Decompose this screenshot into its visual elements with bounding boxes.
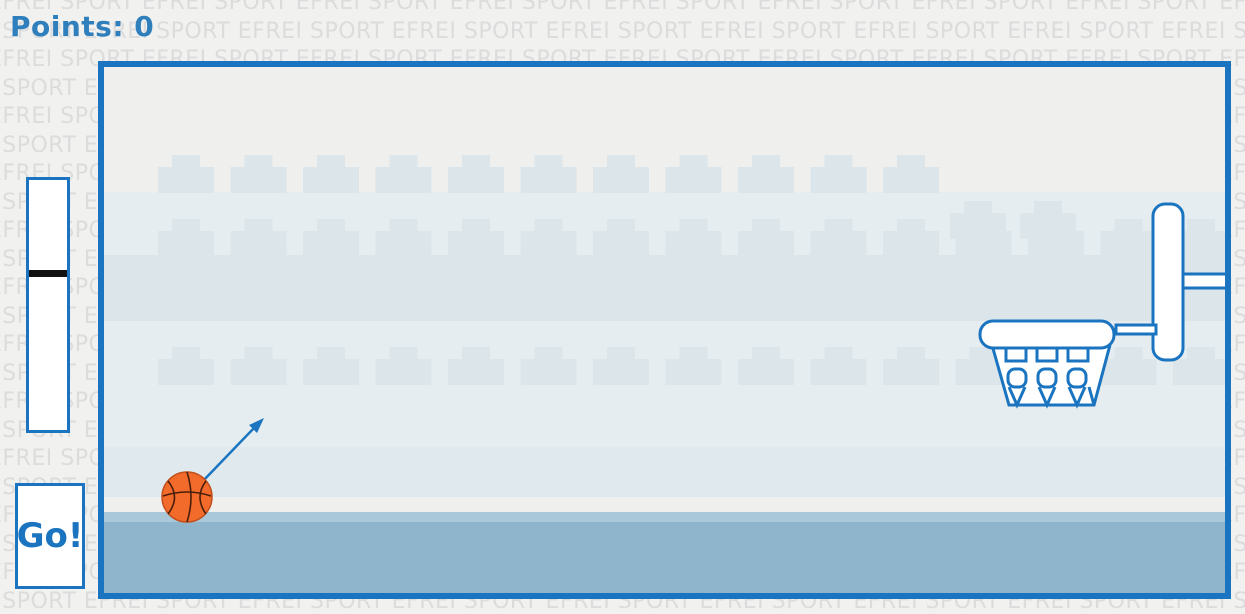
- basketball-icon[interactable]: [161, 471, 213, 523]
- points-counter: Points: 0: [10, 10, 155, 43]
- watermark-text: EFREI SPORT EFREI SPORT EFREI SPORT EFRE…: [0, 18, 1245, 44]
- watermark-text: EFREI SPORT EFREI SPORT EFREI SPORT EFRE…: [0, 0, 1245, 15]
- game-court[interactable]: [98, 61, 1231, 599]
- power-meter-marker: [29, 270, 67, 277]
- go-button[interactable]: Go!: [15, 483, 85, 589]
- court-floor: [104, 512, 1225, 593]
- power-meter: [26, 177, 70, 433]
